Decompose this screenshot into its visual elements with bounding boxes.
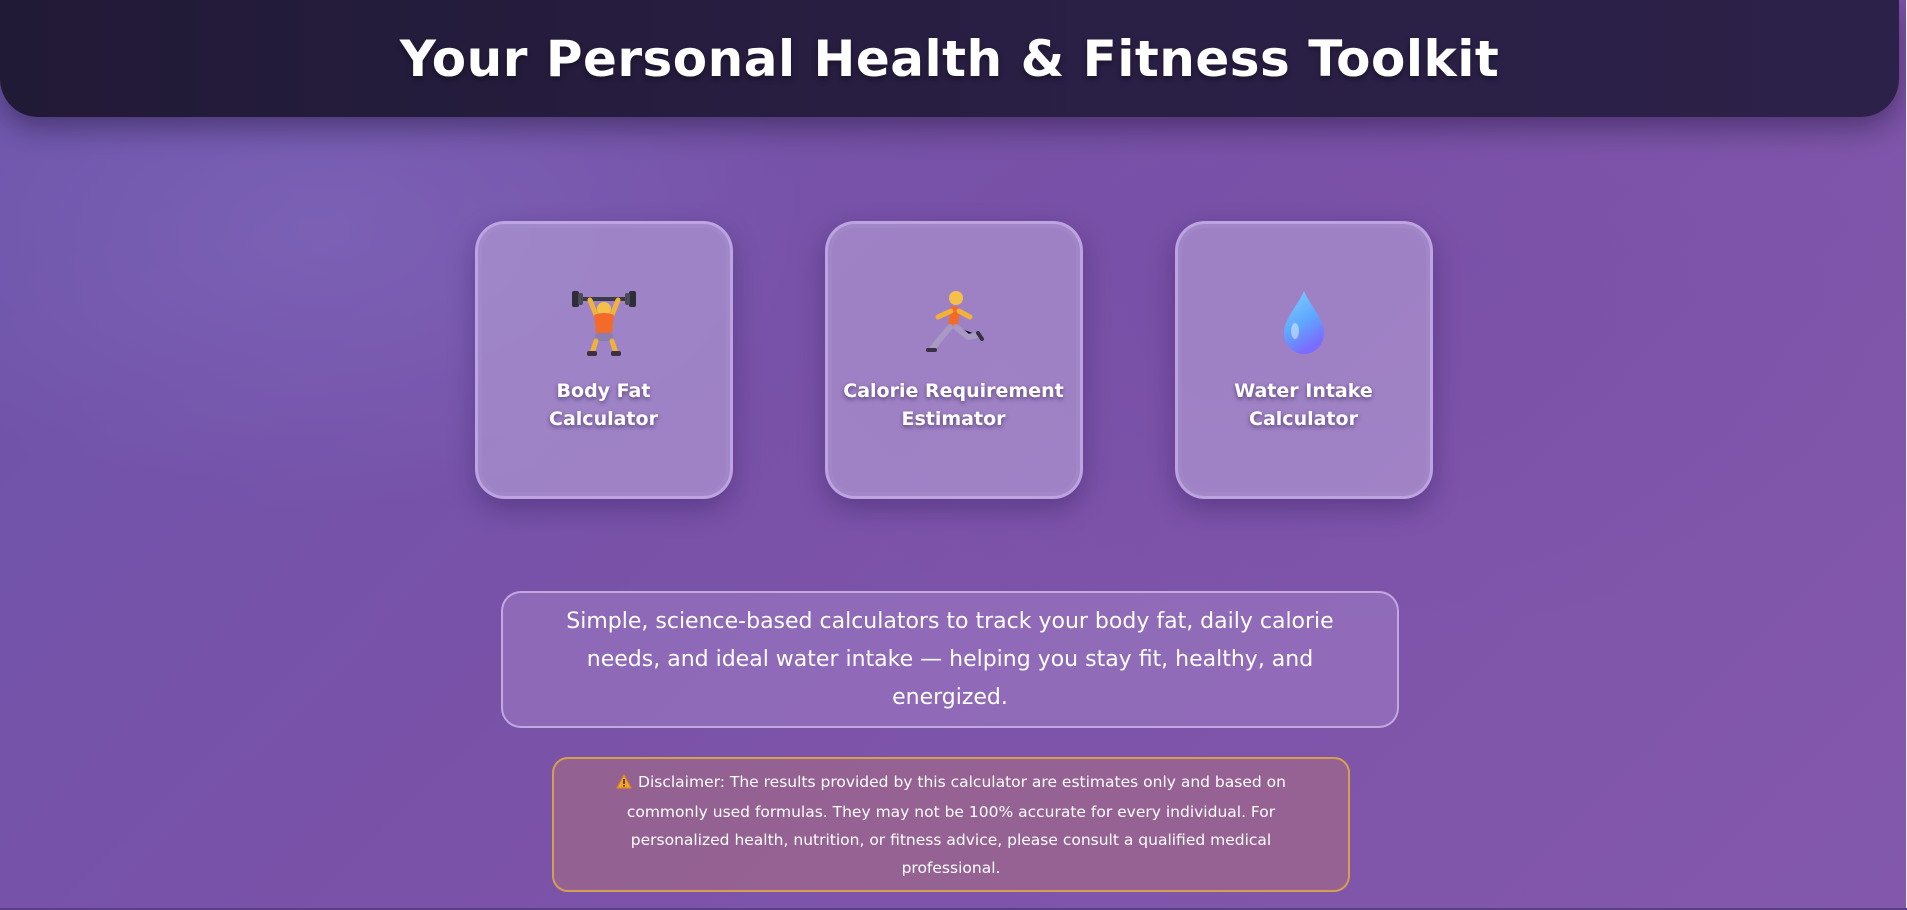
body-fat-calculator-card[interactable]: Body Fat Calculator	[474, 221, 733, 499]
page-title: Your Personal Health & Fitness Toolkit	[399, 29, 1500, 88]
page-header: Your Personal Health & Fitness Toolkit	[0, 0, 1899, 117]
intro-text: Simple, science-based calculators to tra…	[566, 608, 1334, 710]
disclaimer-text: Disclaimer: The results provided by this…	[626, 772, 1286, 877]
water-intake-calculator-card[interactable]: Water Intake Calculator	[1174, 221, 1433, 499]
intro-description-box: Simple, science-based calculators to tra…	[501, 591, 1399, 728]
disclaimer-box: Disclaimer: The results provided by this…	[552, 757, 1350, 892]
warning-icon	[616, 770, 632, 798]
card-label: Water Intake Calculator	[1234, 380, 1373, 430]
card-label: Body Fat Calculator	[549, 380, 658, 430]
runner-icon	[918, 287, 990, 359]
disclaimer-paragraph: Disclaimer: The results provided by this…	[604, 768, 1298, 882]
water-drop-icon	[1268, 287, 1340, 359]
card-label: Calorie Requirement Estimator	[843, 380, 1064, 430]
calorie-requirement-estimator-card[interactable]: Calorie Requirement Estimator	[824, 221, 1083, 499]
calculator-cards: Body Fat Calculator Calorie Requirement …	[0, 221, 1907, 499]
weightlifter-icon	[568, 287, 640, 359]
